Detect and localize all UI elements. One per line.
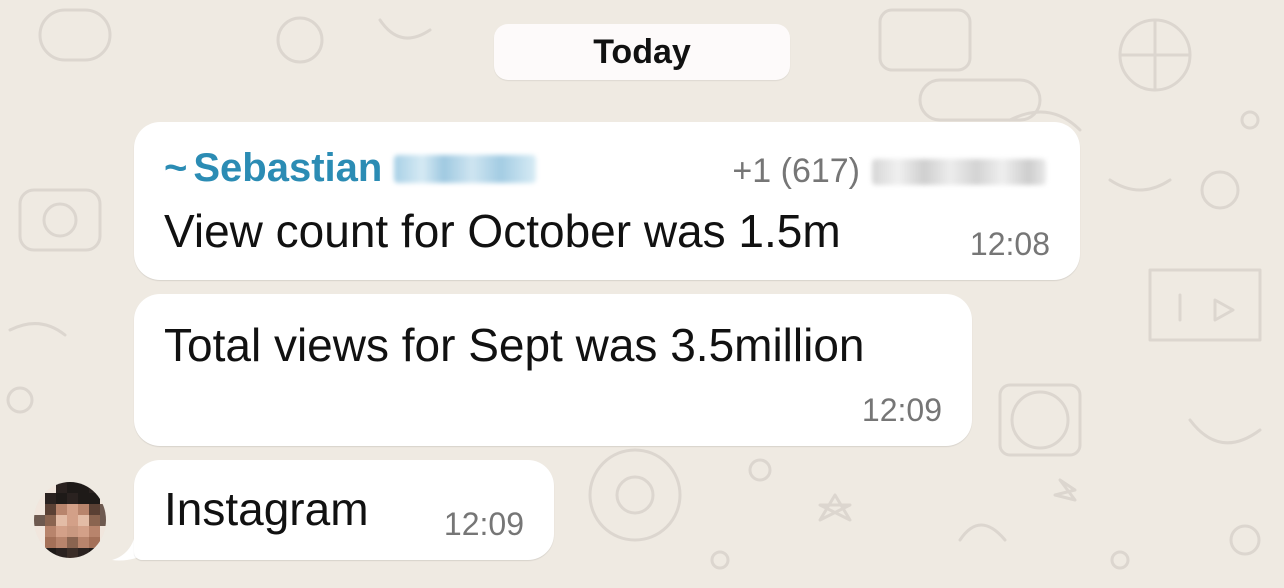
avatar-pixel bbox=[56, 504, 67, 515]
avatar-pixel bbox=[100, 504, 106, 515]
avatar-pixel bbox=[45, 515, 56, 526]
avatar-pixel bbox=[89, 493, 100, 504]
avatar-pixel bbox=[78, 493, 89, 504]
message-text: Total views for Sept was 3.5million bbox=[164, 319, 865, 371]
avatar-pixel bbox=[67, 537, 78, 548]
avatar-pixel bbox=[78, 526, 89, 537]
avatar-pixel bbox=[100, 526, 106, 537]
avatar-pixel bbox=[45, 548, 56, 558]
avatar-pixel bbox=[89, 515, 100, 526]
avatar-pixel bbox=[34, 515, 45, 526]
avatar-pixel bbox=[45, 537, 56, 548]
redacted-phone-number bbox=[872, 158, 1046, 185]
avatar-pixel bbox=[78, 504, 89, 515]
avatar-pixel bbox=[78, 548, 89, 558]
sender-phone-prefix: +1 (617) bbox=[732, 152, 860, 190]
avatar-pixel bbox=[78, 515, 89, 526]
avatar-pixel bbox=[67, 526, 78, 537]
avatar-pixel bbox=[56, 493, 67, 504]
redacted-surname bbox=[394, 154, 537, 183]
avatar-pixel bbox=[89, 526, 100, 537]
avatar-pixel bbox=[67, 493, 78, 504]
avatar-pixel bbox=[34, 493, 45, 504]
avatar-pixel bbox=[100, 548, 106, 558]
sender-phone[interactable]: +1 (617) bbox=[732, 152, 1046, 191]
avatar-pixel bbox=[78, 482, 89, 493]
avatar-pixel bbox=[89, 548, 100, 558]
message-bubble[interactable]: ~ Sebastian +1 (617) View count for Octo… bbox=[134, 122, 1080, 280]
avatar-pixel bbox=[56, 526, 67, 537]
message-text: View count for October was 1.5m bbox=[164, 205, 841, 257]
avatar-pixel bbox=[56, 482, 67, 493]
avatar-pixel bbox=[56, 537, 67, 548]
avatar-pixel bbox=[100, 515, 106, 526]
avatar-pixel bbox=[78, 537, 89, 548]
avatar-pixel bbox=[45, 504, 56, 515]
message-timestamp: 12:09 bbox=[861, 392, 942, 428]
message-bubble[interactable]: Total views for Sept was 3.5million 12:0… bbox=[134, 294, 972, 446]
avatar-pixel bbox=[34, 482, 45, 493]
avatar-pixel bbox=[67, 504, 78, 515]
avatar-pixel bbox=[45, 526, 56, 537]
avatar-pixel bbox=[34, 537, 45, 548]
avatar-pixel bbox=[67, 515, 78, 526]
avatar-pixel bbox=[89, 537, 100, 548]
message-bubble[interactable]: Instagram 12:09 bbox=[134, 460, 554, 560]
avatar-pixel bbox=[100, 537, 106, 548]
message-timestamp: 12:09 bbox=[443, 506, 524, 542]
avatar-pixel bbox=[67, 548, 78, 558]
avatar-pixel bbox=[34, 548, 45, 558]
avatar-pixel bbox=[67, 482, 78, 493]
avatar-pixel bbox=[56, 515, 67, 526]
avatar-pixel bbox=[34, 526, 45, 537]
avatar-pixel bbox=[100, 482, 106, 493]
message-timestamp: 12:08 bbox=[969, 226, 1050, 262]
avatar-pixel bbox=[45, 482, 56, 493]
message-text: Instagram bbox=[164, 483, 369, 535]
sender-header[interactable]: ~ Sebastian bbox=[164, 146, 537, 191]
sender-name[interactable]: Sebastian bbox=[193, 146, 382, 191]
avatar-pixel bbox=[89, 504, 100, 515]
avatar-pixel bbox=[56, 548, 67, 558]
avatar-pixel bbox=[45, 493, 56, 504]
sender-avatar[interactable] bbox=[34, 482, 106, 558]
avatar-pixel bbox=[89, 482, 100, 493]
date-separator: Today bbox=[494, 24, 790, 80]
avatar-pixel bbox=[100, 493, 106, 504]
sender-prefix: ~ bbox=[164, 146, 188, 190]
avatar-pixel bbox=[34, 504, 45, 515]
